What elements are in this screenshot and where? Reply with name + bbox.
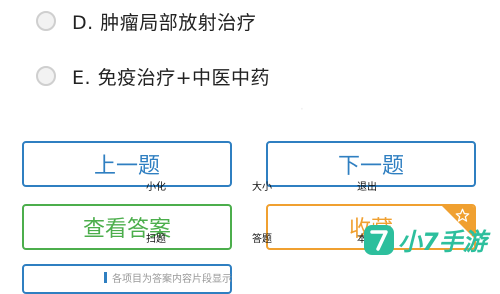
- watermark-text: 小7手游: [398, 228, 487, 256]
- bottom-marker: [104, 272, 107, 283]
- option-d-text: D. 肿瘤局部放射治疗: [72, 11, 257, 34]
- option-e-text: E. 免疫治疗+中医中药: [72, 66, 271, 89]
- option-e[interactable]: E. 免疫治疗+中医中药: [36, 61, 270, 91]
- option-d[interactable]: D. 肿瘤局部放射治疗: [36, 6, 256, 36]
- view-answer-button[interactable]: 查看答案: [22, 204, 232, 250]
- star-icon: [455, 208, 470, 222]
- scan-label: 扫题: [146, 234, 166, 245]
- size-label: 大小: [252, 182, 272, 193]
- ghost-text: ·: [300, 102, 304, 116]
- watermark-logo: 小7手游: [364, 222, 487, 257]
- radio-option-e[interactable]: [36, 66, 56, 86]
- bottom-snippet: 各项目为答案内容片段显示: [112, 274, 232, 285]
- answer-sheet-label: 答题: [252, 234, 272, 245]
- seven-icon: [370, 229, 388, 251]
- radio-option-d[interactable]: [36, 11, 56, 31]
- exit-label: 退出: [357, 182, 377, 193]
- prev-question-button[interactable]: 上一题: [22, 141, 232, 187]
- minimize-label: 小化: [146, 182, 166, 193]
- watermark-badge: [364, 224, 394, 255]
